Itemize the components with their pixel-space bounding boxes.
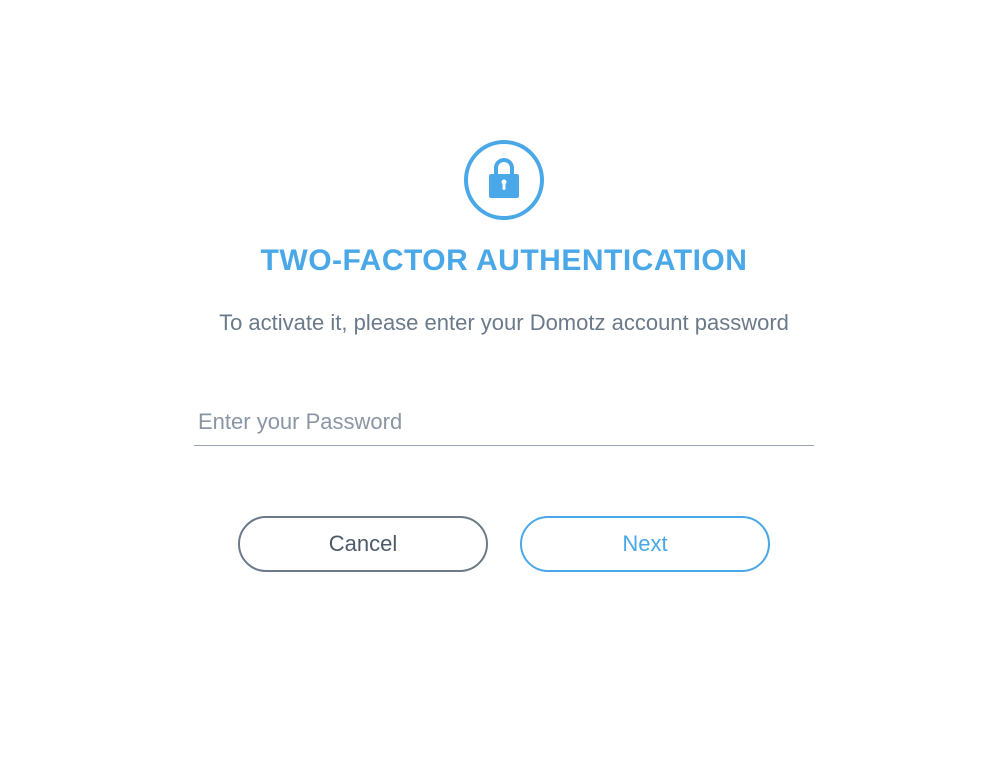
cancel-button[interactable]: Cancel	[238, 516, 488, 572]
dialog-title: TWO-FACTOR AUTHENTICATION	[261, 244, 748, 278]
dialog-subtitle: To activate it, please enter your Domotz…	[219, 306, 789, 339]
password-input[interactable]	[194, 399, 814, 446]
next-button[interactable]: Next	[520, 516, 770, 572]
lock-icon	[486, 158, 522, 203]
button-row: Cancel Next	[238, 516, 770, 572]
lock-icon-circle	[464, 140, 544, 220]
